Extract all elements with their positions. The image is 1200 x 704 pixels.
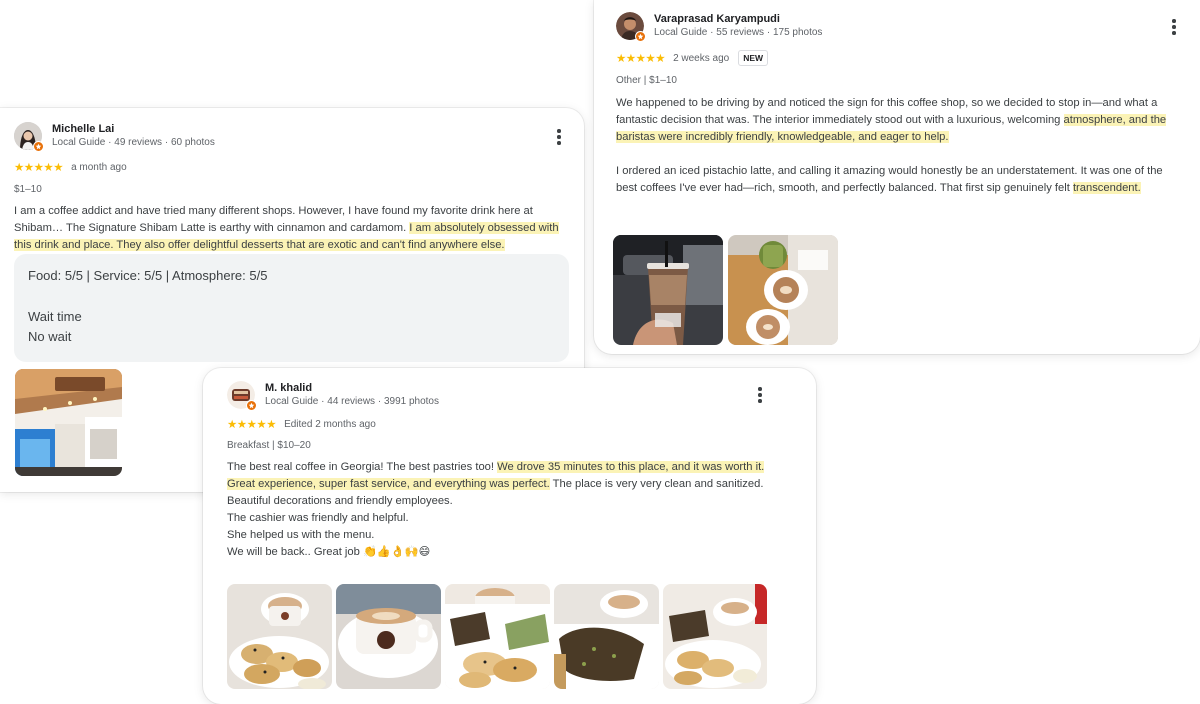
review-line: The cashier was friendly and helpful. — [227, 512, 409, 524]
review-text: The best real coffee in Georgia! The bes… — [227, 459, 783, 561]
review-photo[interactable] — [15, 369, 122, 476]
review-photo[interactable] — [336, 584, 441, 689]
review-card-varaprasad: Varaprasad Karyampudi Local Guide · 55 r… — [594, 0, 1200, 354]
review-tags: $1–10 — [14, 184, 42, 195]
more-vert-icon[interactable] — [1166, 18, 1182, 36]
review-photo[interactable] — [728, 235, 838, 345]
rating-row: ★★★★★ 2 weeks ago NEW — [616, 50, 769, 66]
rating-row: ★★★★★ Edited 2 months ago — [227, 417, 376, 432]
subratings: Food: 5/5 | Service: 5/5 | Atmosphere: 5… — [28, 268, 268, 283]
review-date: Edited 2 months ago — [284, 418, 376, 430]
review-photo[interactable] — [613, 235, 723, 345]
reviewer-name[interactable]: Varaprasad Karyampudi — [654, 13, 822, 27]
reviewer-meta: Local Guide · 49 reviews · 60 photos — [52, 136, 215, 148]
review-line: Great experience, super fast service, an… — [227, 476, 783, 510]
reviewer-header[interactable]: Varaprasad Karyampudi Local Guide · 55 r… — [616, 12, 823, 42]
reviewer-header[interactable]: Michelle Lai Local Guide · 49 reviews · … — [14, 122, 215, 152]
review-date: 2 weeks ago — [673, 52, 730, 64]
rating-row: ★★★★★ a month ago — [14, 160, 127, 175]
review-date: a month ago — [71, 161, 127, 173]
avatar[interactable] — [616, 12, 646, 42]
review-text-highlight: Great experience, super fast service, an… — [227, 478, 550, 490]
review-line: We will be back.. Great job 👏👍👌🙌😄 — [227, 546, 431, 558]
star-rating: ★★★★★ — [14, 162, 64, 174]
review-photo[interactable] — [227, 584, 332, 689]
review-tags: Breakfast | $10–20 — [227, 440, 311, 451]
review-paragraph-2: I ordered an iced pistachio latte, and c… — [616, 163, 1176, 197]
star-rating: ★★★★★ — [616, 53, 666, 65]
review-paragraph-1: We happened to be driving by and noticed… — [616, 95, 1176, 146]
wait-time-value: No wait — [28, 329, 72, 344]
review-text: We happened to be driving by and noticed… — [616, 95, 1176, 197]
review-photo[interactable] — [663, 584, 767, 689]
reviewer-meta: Local Guide · 55 reviews · 175 photos — [654, 26, 823, 38]
avatar[interactable] — [227, 381, 257, 411]
avatar[interactable] — [14, 122, 44, 152]
review-text-plain: The best real coffee in Georgia! The bes… — [227, 461, 498, 473]
local-guide-badge-icon — [246, 400, 257, 411]
new-badge: NEW — [738, 50, 769, 66]
reviewer-meta: Local Guide · 44 reviews · 3991 photos — [265, 395, 439, 407]
review-text-highlight: We drove 35 minutes to this place, and i… — [497, 461, 765, 473]
review-card-khalid: M. khalid Local Guide · 44 reviews · 399… — [203, 368, 816, 704]
review-line: The best real coffee in Georgia! The bes… — [227, 459, 783, 476]
review-line: She helped us with the menu. — [227, 529, 375, 541]
local-guide-badge-icon — [635, 31, 646, 42]
more-vert-icon[interactable] — [551, 128, 567, 146]
review-text: I am a coffee addict and have tried many… — [14, 203, 570, 254]
reviewer-name[interactable]: M. khalid — [265, 382, 439, 396]
reviewer-header[interactable]: M. khalid Local Guide · 44 reviews · 399… — [227, 381, 439, 411]
review-text-highlight: transcendent. — [1072, 182, 1141, 194]
review-photo[interactable] — [554, 584, 659, 689]
star-rating: ★★★★★ — [227, 419, 277, 431]
wait-time-label: Wait time — [28, 309, 82, 324]
more-vert-icon[interactable] — [752, 386, 768, 404]
rating-summary-box: Food: 5/5 | Service: 5/5 | Atmosphere: 5… — [14, 254, 569, 362]
review-tags: Other | $1–10 — [616, 75, 677, 86]
review-photo[interactable] — [445, 584, 550, 689]
reviewer-name[interactable]: Michelle Lai — [52, 123, 215, 137]
local-guide-badge-icon — [33, 141, 44, 152]
